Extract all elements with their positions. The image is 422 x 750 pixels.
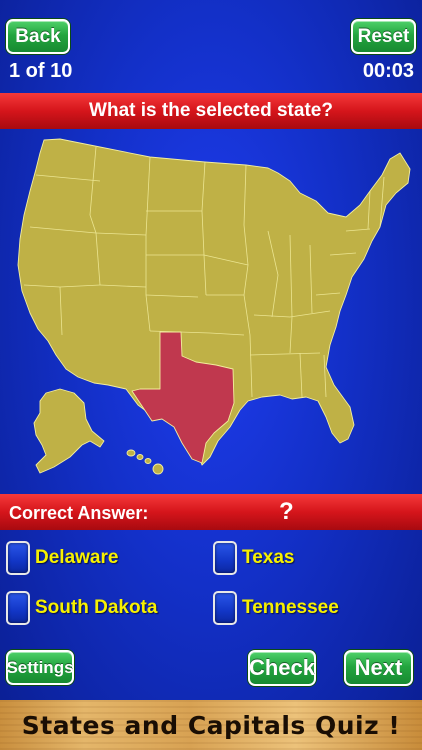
us-map: [17, 138, 411, 475]
hawaii-island: [126, 449, 136, 457]
reset-button[interactable]: Reset: [351, 19, 416, 54]
app-title: States and Capitals Quiz !: [21, 710, 401, 740]
answer-option-south-dakota[interactable]: South Dakota: [6, 589, 157, 627]
app-title-bar: States and Capitals Quiz !: [0, 700, 422, 750]
option-checkbox[interactable]: [213, 591, 237, 625]
timer: 00:03: [362, 60, 414, 82]
alaska-shape: [33, 388, 105, 474]
question-counter: 1 of 10: [9, 60, 73, 82]
back-button[interactable]: Back: [6, 19, 70, 54]
option-label: South Dakota: [35, 597, 158, 618]
hawaii-island: [144, 458, 152, 464]
hawaii-island: [152, 463, 164, 475]
option-checkbox[interactable]: [6, 541, 30, 575]
answer-option-tennessee[interactable]: Tennessee: [213, 589, 339, 627]
option-label: Texas: [242, 547, 295, 568]
next-button[interactable]: Next: [344, 650, 413, 686]
correct-answer-value: ?: [279, 498, 294, 525]
question-text: What is the selected state?: [89, 100, 333, 121]
check-button[interactable]: Check: [248, 650, 316, 686]
settings-button[interactable]: Settings: [6, 650, 74, 685]
question-banner: What is the selected state?: [0, 93, 422, 129]
option-label: Tennessee: [242, 597, 339, 618]
option-checkbox[interactable]: [6, 591, 30, 625]
answer-option-delaware[interactable]: Delaware: [6, 539, 118, 577]
option-label: Delaware: [35, 547, 119, 568]
correct-answer-label: Correct Answer:: [9, 503, 149, 523]
option-checkbox[interactable]: [213, 541, 237, 575]
answer-option-texas[interactable]: Texas: [213, 539, 294, 577]
answer-banner: Correct Answer: ?: [0, 494, 422, 530]
hawaii-island: [136, 454, 144, 460]
